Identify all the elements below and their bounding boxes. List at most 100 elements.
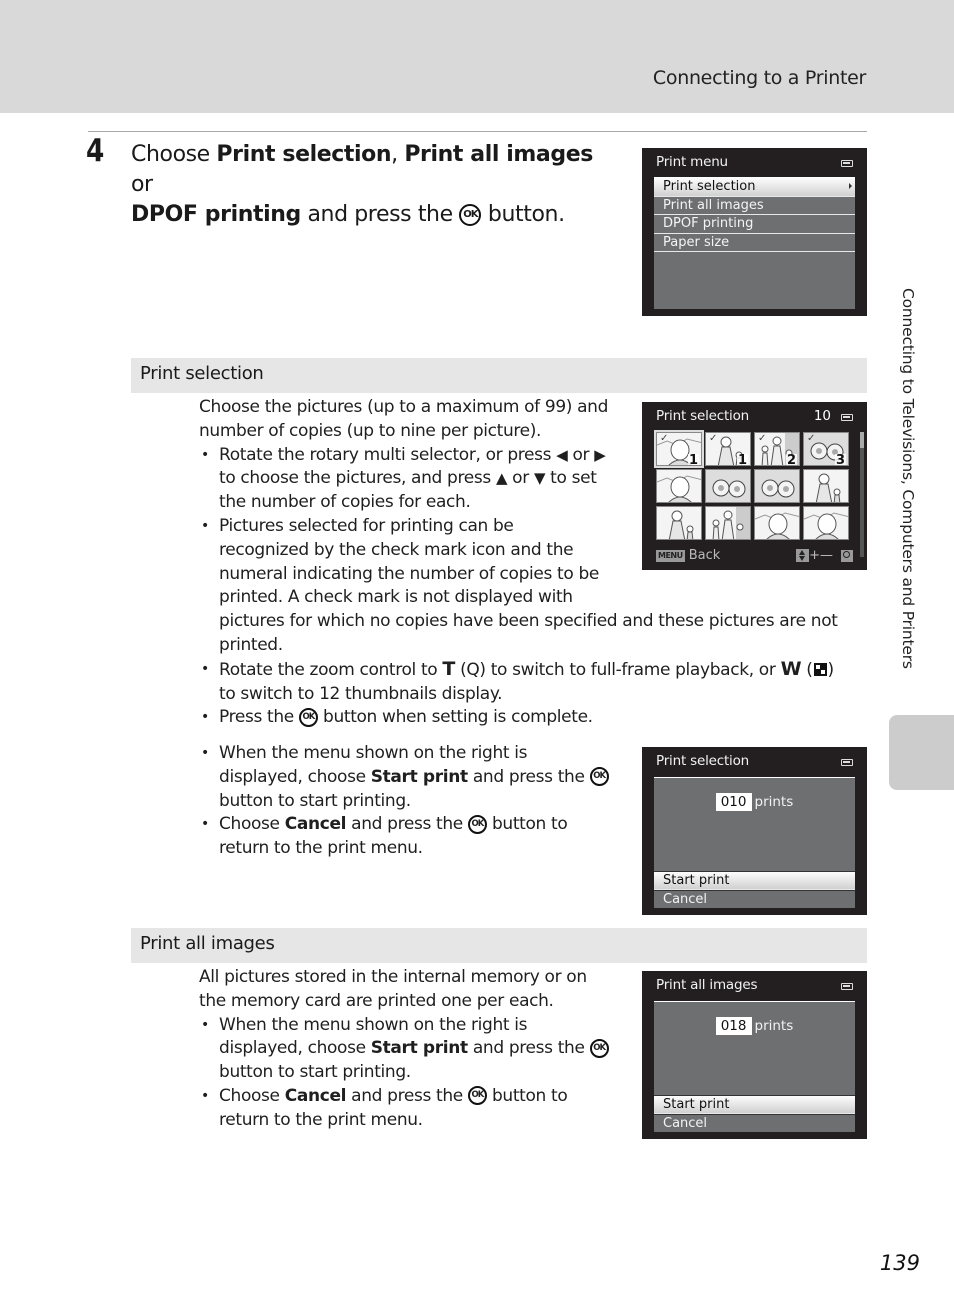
scrollbar-thumb[interactable] xyxy=(860,432,864,448)
magnifier-icon xyxy=(841,549,853,562)
thumbnail[interactable] xyxy=(754,469,800,503)
text: Rotate the zoom control to xyxy=(219,659,443,680)
thumbnail-image xyxy=(755,512,799,539)
text: button to xyxy=(486,1085,568,1106)
back-label[interactable]: Back xyxy=(689,548,721,563)
ok-button-icon: OK xyxy=(589,1038,609,1058)
start-print-button[interactable]: Start print xyxy=(654,871,855,890)
arrow-left-icon: ◀ xyxy=(556,445,568,464)
thumbnail-grid: ✓ 1 ✓ 1 ✓ 2 ✓ 3 xyxy=(654,430,852,540)
thumbnail-image xyxy=(712,507,750,539)
text: displayed, choose xyxy=(219,766,371,787)
text: button to start printing. xyxy=(219,790,411,811)
thumbnail[interactable]: ✓ 2 xyxy=(754,432,800,466)
thumbnail[interactable] xyxy=(656,469,702,503)
thumbnail[interactable] xyxy=(803,506,849,540)
paragraph-line: the memory card are printed one per each… xyxy=(199,990,554,1011)
bullet-list: When the menu shown on the right is disp… xyxy=(199,742,629,861)
chapter-side-label: Connecting to Televisions, Computers and… xyxy=(895,288,925,708)
menu-item-print-all-images[interactable]: Print all images xyxy=(654,197,855,215)
thumbnail-image xyxy=(755,470,799,502)
thumbnail-image xyxy=(706,470,750,502)
zoom-tele-label: T xyxy=(442,657,456,680)
text: and press the xyxy=(300,202,460,227)
text: numeral indicating the number of copies … xyxy=(219,563,600,584)
zoom-in-icon: Q xyxy=(466,659,480,680)
copies-count: 1 xyxy=(687,453,699,466)
menu-panel: Print selection Print all images DPOF pr… xyxy=(654,177,855,309)
battery-icon xyxy=(841,983,853,990)
text: Choose xyxy=(219,1085,285,1106)
text: displayed, choose xyxy=(219,1038,371,1059)
thumbnail[interactable] xyxy=(754,506,800,540)
prints-label: prints xyxy=(754,794,794,810)
thumbnail[interactable]: ✓ 3 xyxy=(803,432,849,466)
text: ( xyxy=(801,659,813,680)
up-down-icon xyxy=(796,549,810,562)
text: , xyxy=(391,142,405,167)
confirm-menu: Start print Cancel xyxy=(654,1095,855,1132)
check-mark-icon: ✓ xyxy=(660,433,669,444)
section-heading-print-selection: Print selection xyxy=(131,358,867,393)
prints-value: 018 xyxy=(715,1017,752,1035)
text: return to the print menu. xyxy=(219,838,423,859)
thumbnail[interactable] xyxy=(656,506,702,540)
text: Press the xyxy=(219,707,299,728)
ok-button-icon: OK xyxy=(459,204,482,226)
print-menu-screen: Print menu Print selection Print all ima… xyxy=(642,148,867,316)
footer-controls: +— xyxy=(796,548,853,563)
thumbnail[interactable] xyxy=(803,469,849,503)
zoom-wide-label: W xyxy=(780,657,802,680)
text: to switch to 12 thumbnails display. xyxy=(219,683,503,704)
thumbnail[interactable] xyxy=(705,469,751,503)
chevron-right-icon xyxy=(849,183,852,189)
arrow-up-icon: ▲ xyxy=(495,469,508,488)
chapter-tab xyxy=(889,715,954,790)
menu-item-print-selection[interactable]: Print selection xyxy=(654,178,855,197)
step-instruction: Choose Print selection, Print all images… xyxy=(131,140,621,230)
menu-item-label: Print selection xyxy=(663,179,756,194)
menu-item-dpof-printing[interactable]: DPOF printing xyxy=(654,215,855,234)
confirm-menu: Start print Cancel xyxy=(654,871,855,908)
text: or xyxy=(567,444,595,465)
cancel-button[interactable]: Cancel xyxy=(654,1113,855,1133)
plus-minus-label: +— xyxy=(809,548,833,563)
text: Choose xyxy=(131,142,217,167)
scrollbar[interactable] xyxy=(860,432,864,557)
ok-button-icon: OK xyxy=(298,707,318,727)
thumbnail[interactable]: ✓ 1 xyxy=(705,432,751,466)
text: pictures for which no copies have been s… xyxy=(219,611,838,632)
text: When the menu shown on the right is xyxy=(219,743,528,763)
print-selection-grid-screen: Print selection 10 ✓ 1 ✓ 1 ✓ 2 ✓ 3 MENU Back +— xyxy=(642,402,867,570)
text: ) xyxy=(827,659,835,680)
prints-count: 018 prints xyxy=(654,1017,855,1035)
copies-count: 1 xyxy=(736,453,748,466)
prints-count: 010 prints xyxy=(654,793,855,811)
start-print-button[interactable]: Start print xyxy=(654,1095,855,1114)
chapter-side-label-text: Connecting to Televisions, Computers and… xyxy=(899,288,917,669)
divider xyxy=(88,131,867,132)
paragraph-line: All pictures stored in the internal memo… xyxy=(199,967,587,987)
prints-label: prints xyxy=(754,1018,794,1034)
text: or xyxy=(507,468,534,489)
menu-button-icon: MENU xyxy=(656,549,685,562)
header-band xyxy=(0,0,954,113)
cancel-button[interactable]: Cancel xyxy=(654,889,855,909)
text: and press the xyxy=(467,1038,590,1059)
text: When the menu shown on the right is xyxy=(219,1014,528,1035)
thumbnail[interactable] xyxy=(705,506,751,540)
confirm-panel: 010 prints Start print Cancel xyxy=(654,777,855,908)
text: printed. A check mark is not displayed w… xyxy=(219,587,573,608)
check-mark-icon: ✓ xyxy=(758,433,767,444)
menu-item-paper-size[interactable]: Paper size xyxy=(654,234,855,252)
option-dpof-printing: DPOF printing xyxy=(131,202,301,227)
copies-count: 3 xyxy=(834,453,846,466)
cancel-label: Cancel xyxy=(284,1085,347,1106)
list-item: Rotate the zoom control to T ( Q) to swit… xyxy=(199,658,879,707)
print-all-confirm-screen: Print all images 018 prints Start print C… xyxy=(642,971,867,1139)
text: to choose the pictures, and press xyxy=(219,468,496,489)
thumbnail[interactable]: ✓ 1 xyxy=(654,430,704,468)
arrow-down-icon: ▼ xyxy=(533,469,546,488)
thumbnail-image xyxy=(668,510,694,539)
thumbnail-grid-icon xyxy=(813,663,827,677)
